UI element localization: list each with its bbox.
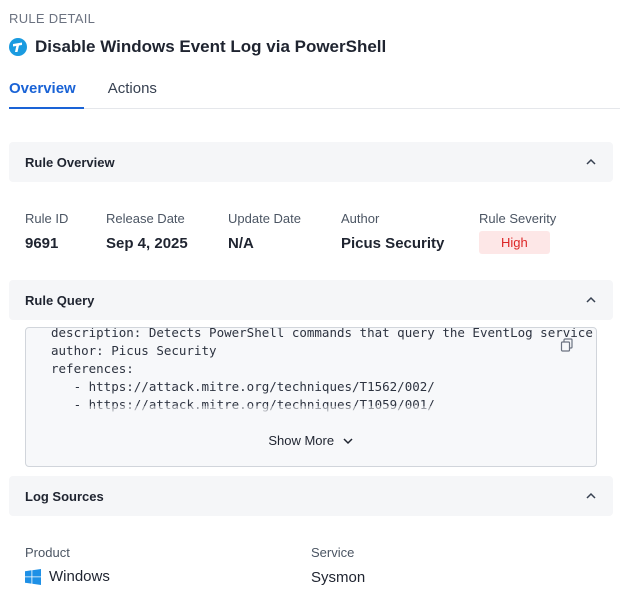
chevron-down-icon bbox=[343, 438, 353, 444]
log-sources-header[interactable]: Log Sources bbox=[9, 476, 613, 516]
field-label: Author bbox=[341, 211, 380, 226]
show-more-label: Show More bbox=[268, 433, 335, 449]
code-fade-overlay bbox=[26, 406, 596, 418]
update-date-value: N/A bbox=[228, 235, 254, 252]
rule-id-field: Rule ID 9691 bbox=[25, 211, 68, 252]
severity-badge: High bbox=[479, 231, 550, 254]
code-line: author: Picus Security bbox=[51, 343, 217, 358]
product-field: Product Windows bbox=[25, 545, 110, 585]
service-value: Sysmon bbox=[311, 569, 366, 586]
field-label: Product bbox=[25, 545, 70, 560]
code-line: description: Detects PowerShell commands… bbox=[51, 327, 593, 340]
picus-logo-icon bbox=[9, 38, 27, 56]
windows-icon bbox=[25, 568, 41, 585]
chevron-up-icon[interactable] bbox=[585, 490, 597, 502]
tab-overview[interactable]: Overview bbox=[9, 72, 84, 109]
chevron-up-icon[interactable] bbox=[585, 156, 597, 168]
product-value: Windows bbox=[49, 568, 110, 585]
service-field: Service Sysmon bbox=[311, 545, 365, 586]
field-label: Release Date bbox=[106, 211, 185, 226]
tab-bar: Overview Actions bbox=[9, 72, 620, 109]
section-title: Rule Query bbox=[25, 292, 95, 308]
release-date-field: Release Date Sep 4, 2025 bbox=[106, 211, 188, 252]
code-line: - https://attack.mitre.org/techniques/T1… bbox=[51, 379, 435, 394]
chevron-up-icon[interactable] bbox=[585, 294, 597, 306]
release-date-value: Sep 4, 2025 bbox=[106, 235, 188, 252]
product-row: Windows bbox=[25, 568, 110, 585]
field-label: Update Date bbox=[228, 211, 301, 226]
title-row: Disable Windows Event Log via PowerShell bbox=[9, 37, 386, 57]
update-date-field: Update Date N/A bbox=[228, 211, 301, 252]
severity-field: Rule Severity High bbox=[479, 211, 556, 254]
page-title: Disable Windows Event Log via PowerShell bbox=[35, 37, 387, 56]
section-title: Log Sources bbox=[25, 488, 104, 504]
author-field: Author Picus Security bbox=[341, 211, 444, 252]
rule-query-header[interactable]: Rule Query bbox=[9, 280, 613, 320]
field-label: Rule Severity bbox=[479, 211, 557, 226]
rule-query-code-box: description: Detects PowerShell commands… bbox=[25, 327, 597, 467]
rule-id-value: 9691 bbox=[25, 235, 59, 252]
code-line: references: bbox=[51, 361, 134, 376]
rule-overview-header[interactable]: Rule Overview bbox=[9, 142, 613, 182]
code-block[interactable]: description: Detects PowerShell commands… bbox=[51, 327, 593, 414]
page-kicker: RULE DETAIL bbox=[9, 11, 96, 26]
tab-actions[interactable]: Actions bbox=[108, 72, 157, 109]
field-label: Rule ID bbox=[25, 211, 69, 226]
section-title: Rule Overview bbox=[25, 154, 115, 170]
author-value: Picus Security bbox=[341, 235, 445, 252]
show-more-button[interactable]: Show More bbox=[26, 432, 596, 448]
copy-icon[interactable] bbox=[560, 338, 574, 352]
field-label: Service bbox=[311, 545, 355, 560]
